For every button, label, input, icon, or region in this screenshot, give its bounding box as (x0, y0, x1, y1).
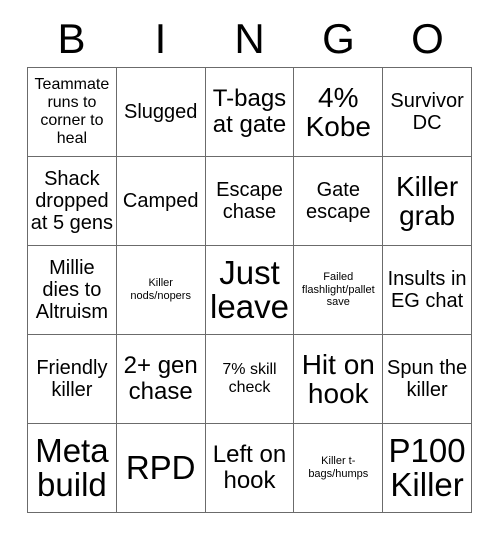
bingo-cell[interactable]: T-bags at gate (205, 68, 295, 157)
bingo-cell-label: RPD (125, 448, 196, 486)
bingo-cell-label: Meta build (35, 431, 109, 503)
bingo-cell-label: T-bags at gate (212, 85, 287, 138)
bingo-cell-label: 4% Kobe (305, 81, 371, 142)
bingo-cell-label: Slugged (123, 101, 198, 123)
bingo-cell-label: Just leave (210, 253, 289, 325)
bingo-cell-label: Teammate runs to corner to heal (34, 75, 110, 148)
bingo-cell[interactable]: 7% skill check (205, 335, 295, 424)
bingo-cell[interactable]: Just leave (205, 246, 295, 335)
bingo-cell-label: Hit on hook (301, 348, 375, 409)
bingo-grid: Teammate runs to corner to heal Slugged … (27, 67, 472, 513)
bingo-cell[interactable]: 2+ gen chase (116, 335, 206, 424)
bingo-cell[interactable]: Hit on hook (294, 335, 384, 424)
bingo-cell[interactable]: Teammate runs to corner to heal (28, 68, 117, 157)
bingo-cell[interactable]: Left on hook (205, 424, 295, 513)
bingo-cell[interactable]: Killer grab (383, 157, 472, 246)
bingo-cell[interactable]: Gate escape (294, 157, 384, 246)
bingo-cell-label: Millie dies to Altruism (35, 257, 109, 323)
bingo-header-row: B I N G O (27, 14, 472, 64)
bingo-cell-label: Left on hook (212, 441, 287, 494)
bingo-cell-label: Failed flashlight/pallet save (301, 270, 375, 309)
bingo-cell[interactable]: Camped (116, 157, 206, 246)
bingo-cell-label: 2+ gen chase (123, 352, 198, 405)
bingo-cell-label: 7% skill check (222, 360, 277, 396)
header-letter-b: B (57, 15, 86, 62)
bingo-cell-label: Gate escape (306, 179, 371, 223)
bingo-cell[interactable]: 4% Kobe (294, 68, 384, 157)
bingo-cell[interactable]: Millie dies to Altruism (28, 246, 117, 335)
bingo-cell-label: Camped (122, 190, 199, 212)
bingo-cell[interactable]: Meta build (28, 424, 117, 513)
bingo-cell-label: Friendly killer (36, 357, 108, 401)
bingo-cell-label: Killer nods/nopers (130, 277, 191, 302)
bingo-cell[interactable]: Slugged (116, 68, 206, 157)
bingo-cell[interactable]: Insults in EG chat (383, 246, 472, 335)
bingo-cell-label: Spun the killer (387, 357, 468, 401)
bingo-cell[interactable]: Failed flashlight/pallet save (294, 246, 384, 335)
bingo-cell-label: Survivor DC (390, 90, 464, 134)
header-letter-g: G (322, 15, 355, 62)
bingo-cell[interactable]: RPD (116, 424, 206, 513)
bingo-cell-label: Escape chase (216, 179, 283, 223)
bingo-cell-label: Insults in EG chat (387, 268, 467, 312)
bingo-cell[interactable]: Killer nods/nopers (116, 246, 206, 335)
bingo-cell[interactable]: Killer t-bags/humps (294, 424, 384, 513)
bingo-cell-label: P100 Killer (388, 431, 466, 503)
bingo-cell[interactable]: Survivor DC (383, 68, 472, 157)
bingo-cell-label: Killer grab (395, 170, 459, 231)
header-letter-o: O (411, 15, 444, 62)
header-letter-n: N (234, 15, 265, 62)
bingo-cell[interactable]: Friendly killer (28, 335, 117, 424)
bingo-card: B I N G O Teammate runs to corner to hea… (0, 0, 500, 544)
bingo-cell-label: Shack dropped at 5 gens (30, 168, 114, 234)
bingo-cell[interactable]: Spun the killer (383, 335, 472, 424)
bingo-cell-label: Killer t-bags/humps (308, 455, 369, 480)
bingo-cell[interactable]: P100 Killer (383, 424, 472, 513)
bingo-cell[interactable]: Escape chase (205, 157, 295, 246)
header-letter-i: I (154, 15, 167, 62)
bingo-cell[interactable]: Shack dropped at 5 gens (28, 157, 117, 246)
